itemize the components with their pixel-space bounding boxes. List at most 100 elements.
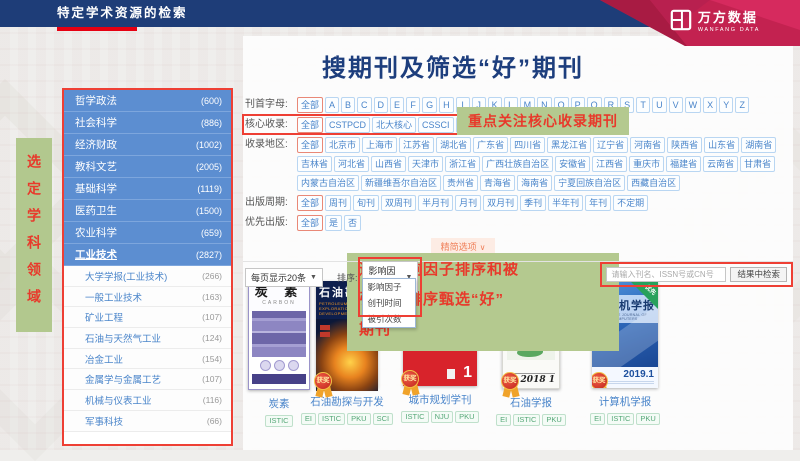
sidebar-item-subcategory[interactable]: 金属学与金属工艺 (107) [64,369,231,390]
filter-chip[interactable]: 北京市 [325,137,360,153]
page-size-value: 每页显示20条 [251,271,306,284]
filter-chip[interactable]: 年刊 [585,195,611,211]
filter-chip[interactable]: B [341,97,355,113]
filter-chip-all[interactable]: 全部 [297,195,323,211]
filter-chip[interactable]: 否 [344,215,361,231]
filter-chip[interactable]: H [439,97,454,113]
sidebar-item-subcategory[interactable]: 矿业工程 (107) [64,307,231,328]
filter-chip[interactable]: U [652,97,667,113]
filter-chip-all[interactable]: 全部 [297,97,323,113]
filter-chip[interactable]: 月刊 [455,195,481,211]
filter-chip-all[interactable]: 全部 [297,137,323,153]
filter-label: 优先出版: [245,213,297,232]
filter-chip[interactable]: 河北省 [334,156,369,172]
filter-chip[interactable]: 广西壮族自治区 [482,156,553,172]
filter-chip[interactable]: 云南省 [703,156,738,172]
page-size-select[interactable]: 每页显示20条▼ [245,268,323,287]
annotation-callout-core: 重点关注核心收录期刊 [457,107,629,135]
filter-chip[interactable]: 是 [325,215,342,231]
filter-chip[interactable]: D [374,97,389,113]
filter-chip-all[interactable]: 全部 [297,117,323,133]
filter-chip[interactable]: 江西省 [592,156,627,172]
filter-chip[interactable]: Y [719,97,733,113]
filter-chip[interactable]: E [390,97,404,113]
filter-chip[interactable]: C [357,97,372,113]
filter-chip[interactable]: 宁夏回族自治区 [554,175,625,191]
filter-chip[interactable]: 季刊 [520,195,546,211]
sidebar-item-category[interactable]: 经济财政 (1002) [64,134,231,156]
filter-chip[interactable]: 四川省 [510,137,545,153]
filter-chip[interactable]: 内蒙古自治区 [297,175,359,191]
filter-chip[interactable]: T [636,97,650,113]
sidebar-item-subcategory[interactable]: 冶金工业 (154) [64,349,231,370]
filter-chip[interactable]: 旬刊 [353,195,379,211]
filter-chip[interactable]: 西藏自治区 [627,175,680,191]
filter-chip[interactable]: 河南省 [630,137,665,153]
filter-chip[interactable]: V [669,97,683,113]
filter-chip[interactable]: 广东省 [473,137,508,153]
filter-chip-all[interactable]: 全部 [297,215,323,231]
sidebar-item-subcategory[interactable]: 石油与天然气工业 (124) [64,328,231,349]
filter-chip[interactable]: 双月刊 [483,195,518,211]
filter-chip[interactable]: 山西省 [371,156,406,172]
wanfang-logo[interactable]: 万方数据 WANFANG DATA [670,7,760,33]
filter-chip[interactable]: 双周刊 [381,195,416,211]
search-in-results-button[interactable]: 结果中检索 [730,267,787,282]
filter-chip[interactable]: 辽宁省 [593,137,628,153]
journal-name-link[interactable]: 计算机学报 [599,394,652,409]
sidebar-item-subcategory[interactable]: 大学学报(工业技术) (266) [64,266,231,287]
journal-name-link[interactable]: 炭素 [269,396,290,411]
filter-chip[interactable]: 周刊 [325,195,351,211]
sidebar-item-category[interactable]: 农业科学 (659) [64,222,231,244]
filter-chip[interactable]: 陕西省 [667,137,702,153]
filter-chip[interactable]: 山东省 [704,137,739,153]
sidebar-item-subcategory[interactable]: 机械与仪表工业 (116) [64,390,231,411]
filter-chip[interactable]: 湖南省 [741,137,776,153]
filter-chip[interactable]: 上海市 [362,137,397,153]
sidebar-item-category[interactable]: 医药卫生 (1500) [64,200,231,222]
filter-chip[interactable]: 不定期 [613,195,648,211]
sidebar-item-subcategory[interactable]: 军事科技 (66) [64,411,231,432]
filter-chip[interactable]: CSTPCD [325,117,370,133]
filter-chip[interactable]: 福建省 [666,156,701,172]
filter-chip[interactable]: 半年刊 [548,195,583,211]
award-medal-label: 获奖 [314,372,332,390]
journal-badges: EIISTICPKU [496,414,566,426]
sort-option[interactable]: 创刊时间 [363,295,415,311]
index-badge: ISTIC [513,414,540,426]
filter-chip[interactable]: G [422,97,437,113]
collapse-label: 精简选项 [441,242,477,252]
index-badge: EI [301,413,316,425]
filter-chip[interactable]: 重庆市 [629,156,664,172]
filter-chip[interactable]: Z [735,97,749,113]
subcategory-count: (266) [202,271,222,281]
sidebar-item-category[interactable]: 社会科学 (886) [64,112,231,134]
filter-chip[interactable]: 江苏省 [399,137,434,153]
filter-chip[interactable]: 半月刊 [418,195,453,211]
search-input[interactable] [606,267,726,282]
filter-chip[interactable]: 湖北省 [436,137,471,153]
filter-chip[interactable]: 新疆维吾尔自治区 [361,175,441,191]
sort-option[interactable]: 被引次数 [363,311,415,327]
sidebar-item-category[interactable]: 教科文艺 (2005) [64,156,231,178]
filter-chip[interactable]: A [325,97,339,113]
filter-chip[interactable]: 贵州省 [443,175,478,191]
sidebar-item-category[interactable]: 工业技术 (2827) [64,244,231,266]
sidebar-item-subcategory[interactable]: 一般工业技术 (163) [64,287,231,308]
filter-chip[interactable]: 黑龙江省 [547,137,591,153]
filter-chip[interactable]: X [703,97,717,113]
sidebar-item-category[interactable]: 哲学政法 (600) [64,90,231,112]
filter-chip[interactable]: 吉林省 [297,156,332,172]
filter-chip[interactable]: 浙江省 [445,156,480,172]
filter-chip[interactable]: W [685,97,702,113]
filter-chip[interactable]: 青海省 [480,175,515,191]
sidebar-item-category[interactable]: 基础科学 (1119) [64,178,231,200]
filter-chip[interactable]: 海南省 [517,175,552,191]
filter-chip[interactable]: 甘肃省 [740,156,775,172]
filter-chip[interactable]: 天津市 [408,156,443,172]
sort-option[interactable]: 影响因子 [363,279,415,295]
filter-chip[interactable]: 北大核心 [372,117,416,133]
filter-chip[interactable]: F [406,97,420,113]
filter-chip[interactable]: 安徽省 [555,156,590,172]
filter-chip[interactable]: CSSCI [418,117,454,133]
